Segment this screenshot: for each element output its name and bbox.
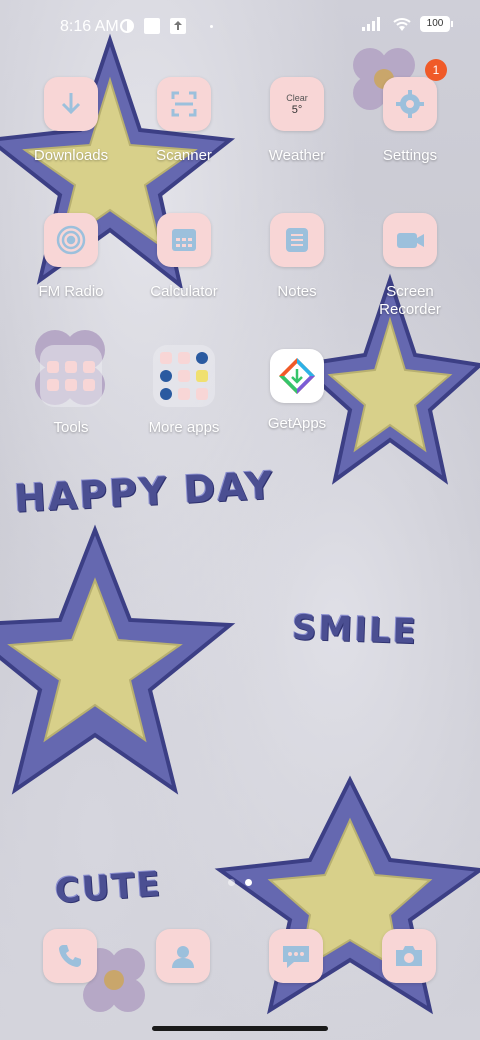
- gear-icon: 1: [383, 59, 447, 131]
- folder-icon: [153, 345, 215, 407]
- notification-badge: 1: [425, 59, 447, 81]
- app-label: Scanner: [156, 147, 212, 164]
- app-weather[interactable]: Clear 5° Weather: [242, 77, 352, 165]
- video-camera-icon: [383, 213, 437, 267]
- download-icon: [44, 77, 98, 131]
- dock-phone[interactable]: [43, 929, 97, 983]
- calculator-icon: [157, 213, 211, 267]
- app-label: Screen Recorder: [379, 283, 441, 318]
- more-notifications-dot: [210, 24, 213, 28]
- weather-temperature: 5°: [291, 104, 303, 116]
- app-screen-recorder[interactable]: Screen Recorder: [355, 213, 465, 319]
- status-time: 8:16 AM: [60, 18, 119, 35]
- battery-indicator: 100: [420, 16, 453, 32]
- app-label: Settings: [382, 147, 438, 164]
- folder-tools[interactable]: Tools: [16, 345, 126, 437]
- app-getapps[interactable]: GetApps: [242, 349, 352, 433]
- data-saver-icon: [120, 19, 134, 33]
- radio-icon: [44, 213, 98, 267]
- status-right: 100: [362, 16, 453, 32]
- scan-icon: [157, 77, 211, 131]
- wallpaper-text-cute: CUTE: [53, 864, 164, 912]
- page-dot-active[interactable]: [245, 879, 252, 886]
- wifi-icon: [393, 18, 411, 31]
- messages-icon: [283, 946, 309, 968]
- notification-square-icon: [144, 18, 160, 34]
- app-label: Calculator: [150, 283, 218, 300]
- camera-icon: [396, 946, 422, 966]
- star-bottom-right: [214, 775, 480, 1015]
- dock-contacts[interactable]: [156, 929, 210, 983]
- app-scanner[interactable]: Scanner: [129, 77, 239, 165]
- app-label: GetApps: [267, 415, 327, 432]
- getapps-icon: [270, 349, 324, 403]
- home-indicator-bar[interactable]: [152, 1026, 328, 1031]
- status-bar: 8:16 AM 100: [0, 0, 480, 56]
- app-label: Notes: [277, 283, 317, 300]
- contacts-icon: [172, 946, 194, 968]
- phone-icon: [59, 945, 81, 967]
- dock-camera[interactable]: [382, 929, 436, 983]
- page-dot[interactable]: [228, 879, 235, 886]
- dock-messages[interactable]: [269, 929, 323, 983]
- app-notes[interactable]: Notes: [242, 213, 352, 301]
- folder-icon: [40, 345, 102, 407]
- app-label: Weather: [268, 147, 326, 164]
- notification-icons: [120, 18, 213, 34]
- signal-icon: [362, 17, 380, 31]
- app-label: Downloads: [33, 147, 109, 164]
- weather-icon: Clear 5°: [270, 77, 324, 131]
- folder-more-apps[interactable]: More apps: [129, 345, 239, 437]
- weather-condition: Clear: [286, 93, 308, 103]
- upload-icon: [170, 18, 186, 34]
- notes-icon: [270, 213, 324, 267]
- star-mid-left: [0, 524, 236, 795]
- page-indicator[interactable]: [228, 879, 252, 886]
- app-settings[interactable]: 1 Settings: [355, 59, 465, 165]
- app-label: More apps: [148, 419, 220, 436]
- app-label: Tools: [53, 419, 89, 436]
- app-calculator[interactable]: Calculator: [129, 213, 239, 301]
- app-label: FM Radio: [38, 283, 104, 300]
- wallpaper-text-smile: SMILE: [291, 607, 419, 653]
- app-fm-radio[interactable]: FM Radio: [16, 213, 126, 301]
- app-downloads[interactable]: Downloads: [16, 77, 126, 165]
